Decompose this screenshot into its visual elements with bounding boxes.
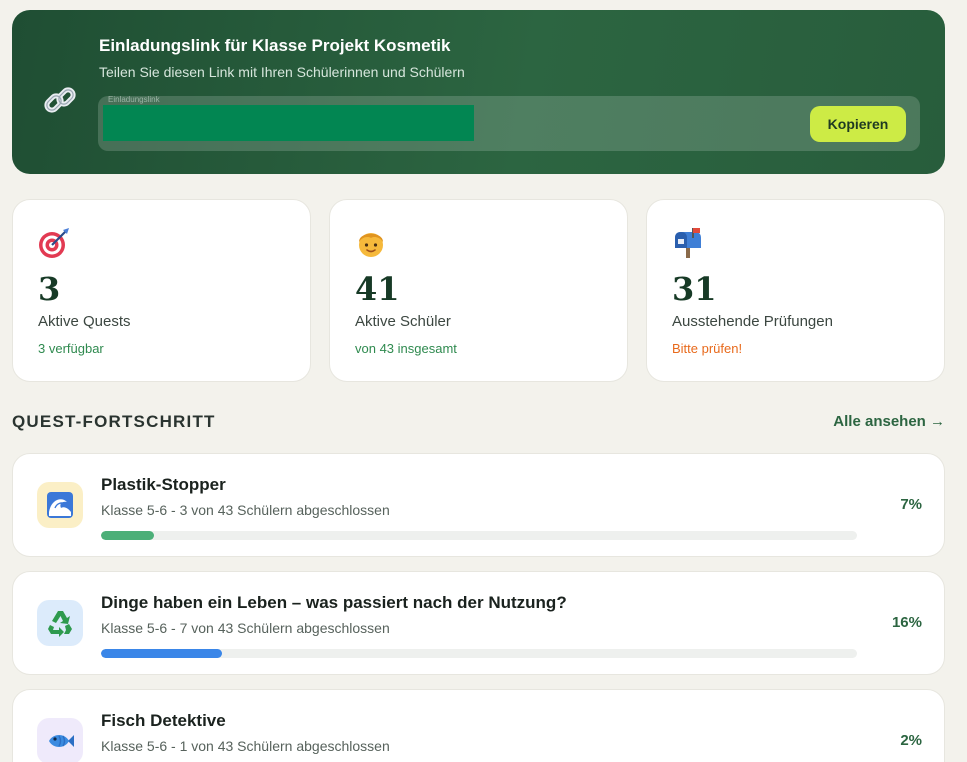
quest-icon-tile xyxy=(37,482,83,528)
student-icon xyxy=(359,233,383,257)
stat-note: Bitte prüfen! xyxy=(672,341,743,356)
stat-card-active-students: 41 Aktive Schüler von 43 insgesamt xyxy=(329,199,628,382)
quest-subtitle: Klasse 5-6 - 7 von 43 Schülern abgeschlo… xyxy=(101,620,390,636)
quest-subtitle: Klasse 5-6 - 1 von 43 Schülern abgeschlo… xyxy=(101,738,390,754)
stat-note: 3 verfügbar xyxy=(38,341,104,356)
quest-card[interactable]: Plastik-Stopper Klasse 5-6 - 3 von 43 Sc… xyxy=(12,453,945,557)
quest-card[interactable]: Fisch Detektive Klasse 5-6 - 1 von 43 Sc… xyxy=(12,689,945,762)
link-icon xyxy=(44,87,76,113)
quest-icon-tile xyxy=(37,718,83,762)
quest-progress-bar xyxy=(101,531,857,540)
stat-card-pending-reviews: 31 Ausstehende Prüfungen Bitte prüfen! xyxy=(646,199,945,382)
stat-value: 3 xyxy=(38,270,61,308)
recycle-icon xyxy=(48,611,72,637)
quest-progress-fill xyxy=(101,649,222,658)
quest-percent: 16% xyxy=(891,614,922,631)
stat-value: 41 xyxy=(355,270,400,308)
invite-banner: Einladungslink für Klasse Projekt Kosmet… xyxy=(12,10,945,174)
copy-button[interactable]: Kopieren xyxy=(810,106,906,142)
target-icon xyxy=(39,228,69,258)
stat-label: Aktive Quests xyxy=(38,313,131,330)
quest-percent: 2% xyxy=(900,732,922,749)
quest-progress-fill xyxy=(101,531,154,540)
quest-title: Plastik-Stopper xyxy=(101,475,226,494)
wave-icon xyxy=(47,492,73,518)
section-title-quest-progress: QUEST-FORTSCHRITT xyxy=(12,412,216,431)
stat-value: 31 xyxy=(672,270,717,308)
quest-card[interactable]: Dinge haben ein Leben – was passiert nac… xyxy=(12,571,945,675)
quest-title: Dinge haben ein Leben – was passiert nac… xyxy=(101,593,567,612)
invite-link-box: Einladungslink Kopieren xyxy=(98,95,920,151)
stat-card-active-quests: 3 Aktive Quests 3 verfügbar xyxy=(12,199,311,382)
fish-icon xyxy=(49,735,74,747)
stat-label: Aktive Schüler xyxy=(355,313,451,330)
mailbox-icon xyxy=(675,228,701,258)
quest-percent: 7% xyxy=(900,496,922,513)
invite-link-field[interactable] xyxy=(103,105,474,141)
quest-title: Fisch Detektive xyxy=(101,711,226,730)
invite-subtitle: Teilen Sie diesen Link mit Ihren Schüler… xyxy=(99,64,465,80)
quest-icon-tile xyxy=(37,600,83,646)
see-all-link[interactable]: Alle ansehen → xyxy=(833,413,945,430)
invite-title: Einladungslink für Klasse Projekt Kosmet… xyxy=(99,36,451,55)
invite-field-label: Einladungslink xyxy=(108,95,160,104)
stat-label: Ausstehende Prüfungen xyxy=(672,313,833,330)
quest-progress-bar xyxy=(101,649,857,658)
quest-subtitle: Klasse 5-6 - 3 von 43 Schülern abgeschlo… xyxy=(101,502,390,518)
stat-note: von 43 insgesamt xyxy=(355,341,457,356)
